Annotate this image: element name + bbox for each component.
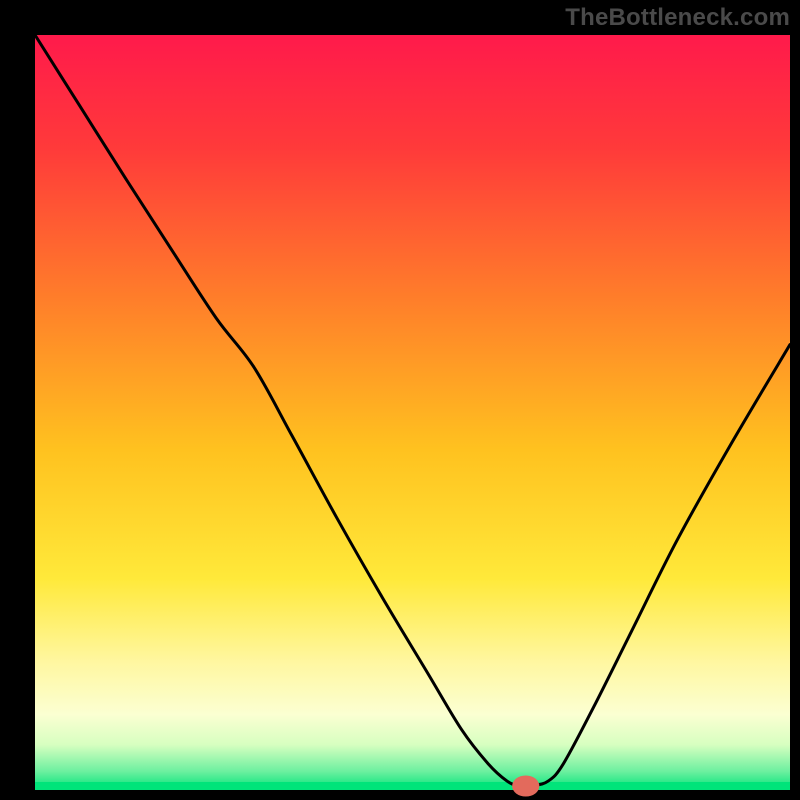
optimal-marker xyxy=(512,775,539,796)
green-baseline-band xyxy=(35,782,790,790)
chart-frame: TheBottleneck.com xyxy=(0,0,800,800)
plot-background xyxy=(35,35,790,790)
chart-svg xyxy=(0,0,800,800)
